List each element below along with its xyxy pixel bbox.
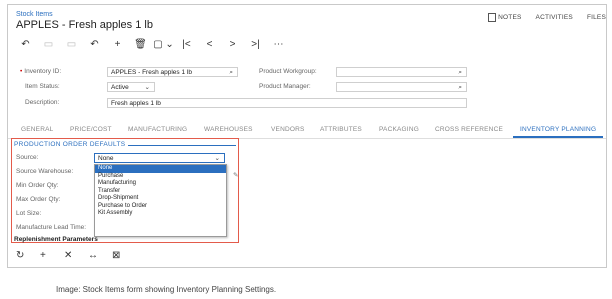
manufacture-lead-time-label: Manufacture Lead Time: [16, 224, 87, 231]
tab-cross-reference[interactable]: CROSS REFERENCE [435, 126, 503, 133]
dropdown-option-manufacturing[interactable]: Manufacturing [95, 180, 226, 188]
source-dropdown-list: None Purchase Manufacturing Transfer Dro… [94, 164, 227, 237]
required-marker: • [20, 68, 23, 75]
breadcrumb[interactable]: Stock Items [16, 11, 53, 18]
add-icon[interactable]: + [106, 38, 129, 52]
section-divider [128, 145, 236, 146]
dropdown-option-none[interactable]: None [95, 165, 226, 173]
replenishment-title: Replenishment Parameters [14, 236, 98, 243]
tab-packaging[interactable]: PACKAGING [379, 126, 419, 133]
activities-label: ACTIVITIES [535, 14, 573, 21]
save-icon[interactable]: ▭ [37, 38, 60, 52]
chevron-down-icon: ⌄ [144, 84, 150, 91]
previous-record-icon[interactable]: < [198, 38, 221, 52]
dropdown-option-purchase-to-order[interactable]: Purchase to Order [95, 203, 226, 211]
dropdown-option-transfer[interactable]: Transfer [95, 188, 226, 196]
last-record-icon[interactable]: >| [244, 38, 267, 52]
product-workgroup-field[interactable]: ⌕ [336, 67, 467, 77]
delete-icon[interactable]: 🗑 [129, 38, 152, 52]
tab-manufacturing[interactable]: MANUFACTURING [128, 126, 187, 133]
max-order-qty-label: Max Order Qty: [16, 196, 61, 203]
tab-warehouses[interactable]: WAREHOUSES [204, 126, 253, 133]
stock-items-window: Stock Items APPLES - Fresh apples 1 lb N… [7, 4, 607, 268]
item-status-select[interactable]: Active ⌄ [107, 82, 155, 92]
replenishment-toolbar: ↻ + ✕ ↔ ⊠ [16, 250, 136, 262]
tab-bar: GENERAL PRICE/COST MANUFACTURING WAREHOU… [8, 122, 606, 139]
search-icon[interactable]: ⌕ [458, 68, 462, 78]
copy-paste-icon[interactable]: ▢ ⌄ [152, 38, 175, 52]
notes-icon [488, 13, 497, 22]
dropdown-option-kit-assembly[interactable]: Kit Assembly [95, 210, 226, 218]
product-workgroup-label: Product Workgroup: [259, 68, 317, 75]
cancel-icon[interactable]: ↶ [83, 38, 106, 52]
source-label: Source: [16, 154, 39, 161]
files-button[interactable]: FILES [587, 13, 606, 22]
top-actions: NOTES ACTIVITIES FILES [474, 13, 606, 22]
item-status-label: Item Status: [25, 83, 60, 90]
export-excel-icon[interactable]: ⊠ [112, 250, 136, 262]
tab-vendors[interactable]: VENDORS [271, 126, 305, 133]
main-toolbar: ↶ ▭ ▭ ↶ + 🗑 ▢ ⌄ |< < > >| ⋯ [14, 38, 290, 52]
files-label: FILES [586, 14, 606, 21]
dropdown-option-purchase[interactable]: Purchase [95, 173, 226, 181]
add-row-icon[interactable]: + [40, 250, 64, 262]
notes-label: NOTES [498, 14, 522, 21]
save-close-icon[interactable]: ▭ [60, 38, 83, 52]
next-record-icon[interactable]: > [221, 38, 244, 52]
tab-price-cost[interactable]: PRICE/COST [70, 126, 112, 133]
inventory-id-field[interactable]: APPLES - Fresh apples 1 lb ⌕ [107, 67, 238, 77]
search-icon[interactable]: ⌕ [229, 68, 233, 78]
description-label: Description: [25, 99, 60, 106]
source-warehouse-label: Source Warehouse: [16, 168, 74, 175]
undo-icon[interactable]: ↶ [14, 38, 37, 52]
edit-pencil-icon[interactable]: ✎ [233, 171, 238, 179]
section-title: PRODUCTION ORDER DEFAULTS [14, 141, 126, 148]
delete-row-icon[interactable]: ✕ [64, 250, 88, 262]
page-title: APPLES - Fresh apples 1 lb [16, 19, 153, 31]
min-order-qty-label: Min Order Qty: [16, 182, 59, 189]
first-record-icon[interactable]: |< [175, 38, 198, 52]
active-tab-indicator [513, 136, 603, 138]
product-manager-field[interactable]: ⌕ [336, 82, 467, 92]
search-icon[interactable]: ⌕ [458, 83, 462, 93]
more-icon[interactable]: ⋯ [267, 38, 290, 52]
notes-button[interactable]: NOTES [488, 13, 521, 22]
source-select[interactable]: None ⌄ [94, 153, 225, 163]
figure-caption: Image: Stock Items form showing Inventor… [56, 285, 277, 294]
product-manager-label: Product Manager: [259, 83, 311, 90]
fit-columns-icon[interactable]: ↔ [88, 250, 112, 262]
dropdown-option-drop-shipment[interactable]: Drop-Shipment [95, 195, 226, 203]
activities-button[interactable]: ACTIVITIES [536, 13, 573, 22]
refresh-icon[interactable]: ↻ [16, 250, 40, 262]
lot-size-label: Lot Size: [16, 210, 42, 217]
description-field[interactable]: Fresh apples 1 lb [107, 98, 467, 108]
tab-attributes[interactable]: ATTRIBUTES [320, 126, 362, 133]
tab-general[interactable]: GENERAL [21, 126, 53, 133]
inventory-id-label: • Inventory ID: [20, 68, 62, 75]
chevron-down-icon: ⌄ [214, 155, 220, 162]
tab-inventory-planning[interactable]: INVENTORY PLANNING [520, 126, 596, 133]
